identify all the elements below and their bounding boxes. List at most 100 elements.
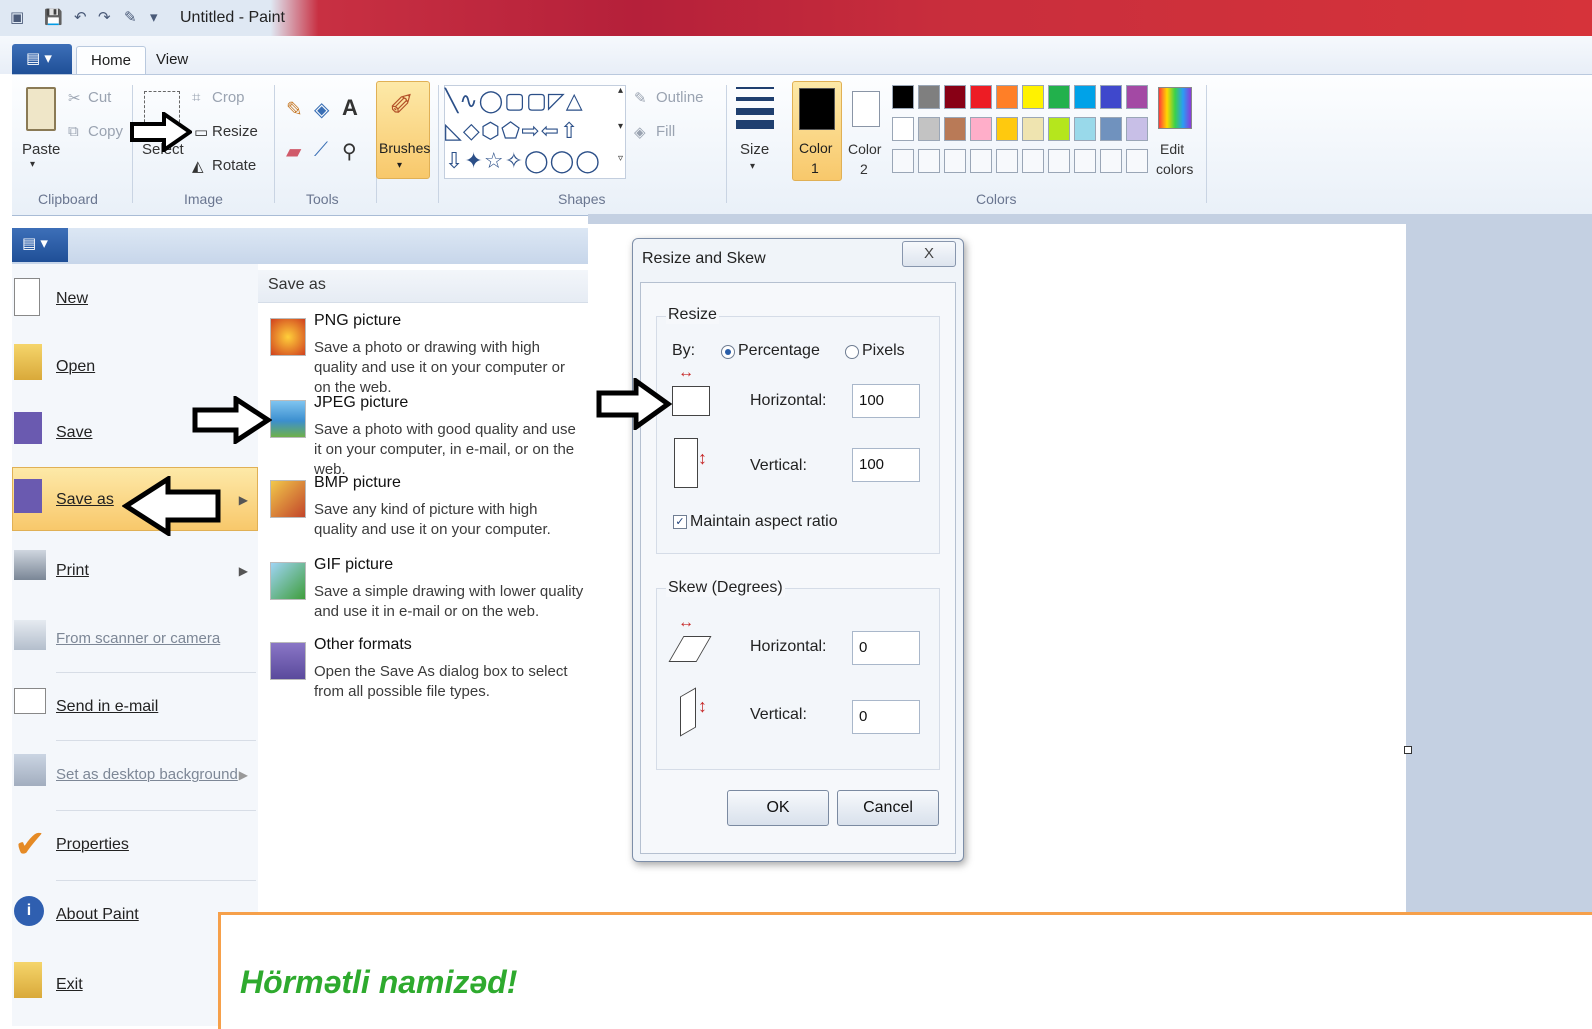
jpeg-option-title[interactable]: JPEG picture (314, 394, 408, 412)
tab-view[interactable]: View (142, 46, 202, 76)
brushes-button[interactable]: ✐ Brushes ▾ (376, 81, 430, 179)
text-tool-icon[interactable]: A (342, 95, 358, 121)
palette-swatch[interactable] (1100, 85, 1122, 109)
shapes-scroll-up-icon[interactable]: ▴ (618, 85, 623, 96)
palette-swatch[interactable] (970, 85, 992, 109)
size-dropdown-icon[interactable]: ▾ (750, 161, 755, 172)
menu-item-from-scanner[interactable]: From scanner or camera (12, 606, 258, 672)
palette-swatch[interactable] (892, 117, 914, 141)
shapes-gallery[interactable]: ╲∿◯▢▢◸△ ◺◇⬡⬠⇨⇦⇧ ⇩✦☆✧◯◯◯ (444, 85, 626, 179)
eraser-quick-icon[interactable]: ✎ (124, 8, 137, 26)
custom-color-slot[interactable] (918, 149, 940, 173)
paste-icon[interactable] (26, 87, 56, 131)
custom-color-slot[interactable] (892, 149, 914, 173)
menu-item-print[interactable]: Print ▶ (12, 538, 258, 604)
save-as-icon (14, 479, 42, 513)
cancel-button[interactable]: Cancel (837, 790, 939, 826)
pencil-icon[interactable]: ✎ (286, 97, 303, 122)
image-group-label: Image (184, 191, 223, 207)
magnifier-icon[interactable]: ⚲ (342, 139, 357, 164)
percentage-label[interactable]: Percentage (738, 342, 820, 360)
rotate-button[interactable]: Rotate (212, 157, 256, 174)
paste-dropdown-icon[interactable]: ▾ (30, 159, 35, 170)
menu-item-new[interactable]: New (12, 266, 258, 332)
outline-button[interactable]: Outline (656, 89, 704, 106)
custom-color-slot[interactable] (1074, 149, 1096, 173)
fill-bucket-icon[interactable]: ◈ (314, 97, 329, 122)
fill-button[interactable]: Fill (656, 123, 675, 140)
palette-swatch[interactable] (996, 85, 1018, 109)
menu-item-properties[interactable]: ✔ Properties (12, 812, 258, 878)
skew-horizontal-input[interactable]: 0 (852, 631, 920, 665)
paste-button[interactable]: Paste (22, 141, 60, 158)
maintain-aspect-checkbox[interactable]: ✓ (673, 515, 687, 529)
color1-button[interactable]: Color 1 (792, 81, 842, 181)
undo-icon[interactable]: ↶ (74, 8, 87, 26)
cut-button[interactable]: Cut (88, 89, 111, 106)
palette-swatch[interactable] (892, 85, 914, 109)
palette-swatch[interactable] (918, 85, 940, 109)
tab-home[interactable]: Home (76, 46, 147, 77)
palette-swatch[interactable] (1022, 117, 1044, 141)
palette-swatch[interactable] (970, 117, 992, 141)
skew-vertical-input[interactable]: 0 (852, 700, 920, 734)
edit-colors-line2[interactable]: colors (1156, 161, 1193, 177)
palette-swatch[interactable] (996, 117, 1018, 141)
redo-icon[interactable]: ↷ (98, 8, 111, 26)
png-option-title[interactable]: PNG picture (314, 312, 401, 330)
shapes-expand-icon[interactable]: ▿ (618, 153, 623, 164)
quick-save-icon[interactable]: 💾 (44, 8, 63, 26)
size-button[interactable]: Size (740, 141, 769, 158)
canvas-resize-handle[interactable] (1404, 746, 1412, 754)
bmp-option-title[interactable]: BMP picture (314, 474, 401, 492)
custom-color-slot[interactable] (970, 149, 992, 173)
resize-vertical-input[interactable]: 100 (852, 448, 920, 482)
palette-swatch[interactable] (1048, 117, 1070, 141)
palette-swatch[interactable] (1048, 85, 1070, 109)
color2-swatch[interactable] (852, 91, 880, 127)
pixels-label[interactable]: Pixels (862, 342, 905, 360)
custom-color-slot[interactable] (1048, 149, 1070, 173)
palette-swatch[interactable] (944, 117, 966, 141)
color-picker-icon[interactable]: ⟋ (314, 139, 328, 162)
menu-item-open[interactable]: Open (12, 334, 258, 400)
custom-color-slot[interactable] (1126, 149, 1148, 173)
ok-button[interactable]: OK (727, 790, 829, 826)
palette-swatch[interactable] (944, 85, 966, 109)
palette-swatch[interactable] (1022, 85, 1044, 109)
size-icon[interactable] (736, 85, 774, 129)
edit-colors-icon[interactable] (1158, 87, 1192, 129)
percentage-radio[interactable] (721, 345, 735, 359)
maintain-aspect-label[interactable]: Maintain aspect ratio (690, 513, 838, 531)
customize-quick-access-icon[interactable]: ▾ (150, 8, 158, 26)
crop-button[interactable]: Crop (212, 89, 245, 106)
menu-item-desktop-background[interactable]: Set as desktop background ▶ (12, 742, 258, 808)
dialog-close-button[interactable]: X (902, 241, 956, 267)
edit-colors-line1[interactable]: Edit (1160, 141, 1184, 157)
resize-button[interactable]: Resize (212, 123, 258, 140)
custom-color-slot[interactable] (996, 149, 1018, 173)
custom-color-slot[interactable] (944, 149, 966, 173)
paint-app-icon[interactable]: ▣ (10, 8, 24, 26)
copy-button[interactable]: Copy (88, 123, 123, 140)
paint-menu-button-open[interactable]: ▤ ▾ (12, 228, 68, 262)
eraser-icon[interactable]: ▰ (286, 139, 301, 164)
palette-swatch[interactable] (1074, 85, 1096, 109)
gif-option-title[interactable]: GIF picture (314, 556, 393, 574)
palette-swatch[interactable] (1074, 117, 1096, 141)
custom-color-slot[interactable] (1022, 149, 1044, 173)
palette-swatch[interactable] (1126, 117, 1148, 141)
custom-color-slot[interactable] (1100, 149, 1122, 173)
palette-swatch[interactable] (1126, 85, 1148, 109)
palette-swatch[interactable] (918, 117, 940, 141)
resize-horizontal-input[interactable]: 100 (852, 384, 920, 418)
other-formats-title[interactable]: Other formats (314, 636, 412, 654)
palette-swatch[interactable] (1100, 117, 1122, 141)
pixels-radio[interactable] (845, 345, 859, 359)
color2-label-line1[interactable]: Color (848, 141, 881, 157)
menu-item-send-email[interactable]: Send in e-mail (12, 674, 258, 740)
color2-label-line2[interactable]: 2 (860, 161, 868, 177)
shapes-row-3: ⇩✦☆✧◯◯◯ (445, 148, 601, 173)
shapes-scroll-down-icon[interactable]: ▾ (618, 121, 623, 132)
paint-menu-button[interactable]: ▤ ▾ (12, 44, 72, 74)
